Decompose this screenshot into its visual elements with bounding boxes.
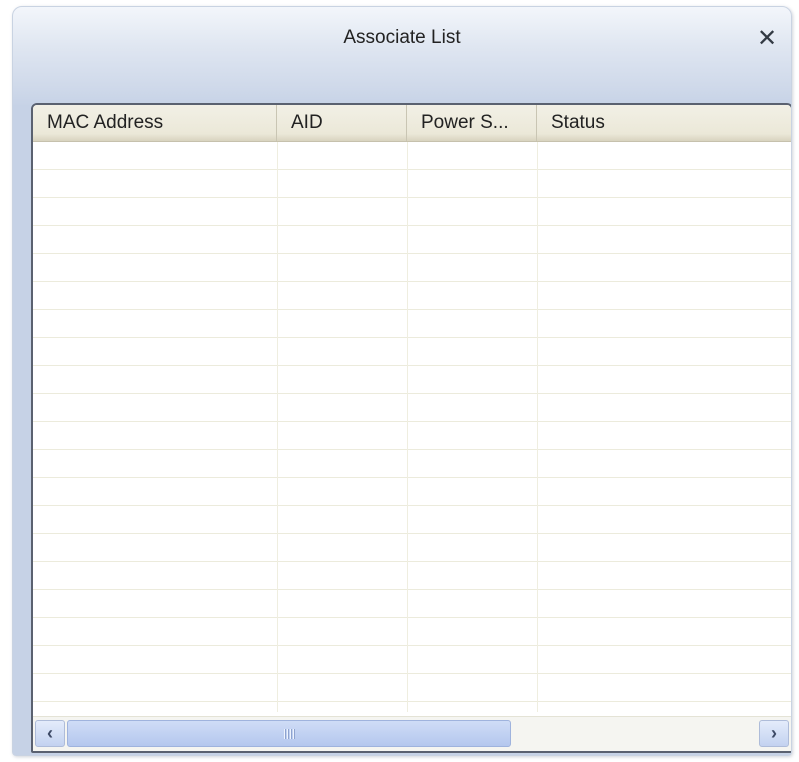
grip-icon — [284, 728, 294, 739]
scrollbar-thumb[interactable] — [67, 720, 511, 747]
associate-list-table: MAC Address AID Power S... Status ‹ › — [31, 103, 791, 753]
column-divider — [277, 142, 278, 712]
column-header-aid[interactable]: AID — [277, 105, 407, 141]
column-header-status[interactable]: Status — [537, 105, 791, 141]
column-divider — [537, 142, 538, 712]
column-header-mac-address[interactable]: MAC Address — [33, 105, 277, 141]
scroll-right-icon[interactable]: › — [759, 720, 789, 747]
table-body[interactable] — [33, 142, 791, 712]
table-header: MAC Address AID Power S... Status — [33, 105, 791, 142]
associate-list-window: Associate List ✕ MAC Address AID Power S… — [12, 6, 792, 756]
scroll-left-icon[interactable]: ‹ — [35, 720, 65, 747]
title-bar: Associate List ✕ — [13, 7, 791, 103]
horizontal-scrollbar[interactable]: ‹ › — [33, 716, 791, 751]
column-header-power-save[interactable]: Power S... — [407, 105, 537, 141]
close-icon[interactable]: ✕ — [753, 25, 781, 53]
column-divider — [407, 142, 408, 712]
window-title: Associate List — [343, 27, 461, 48]
